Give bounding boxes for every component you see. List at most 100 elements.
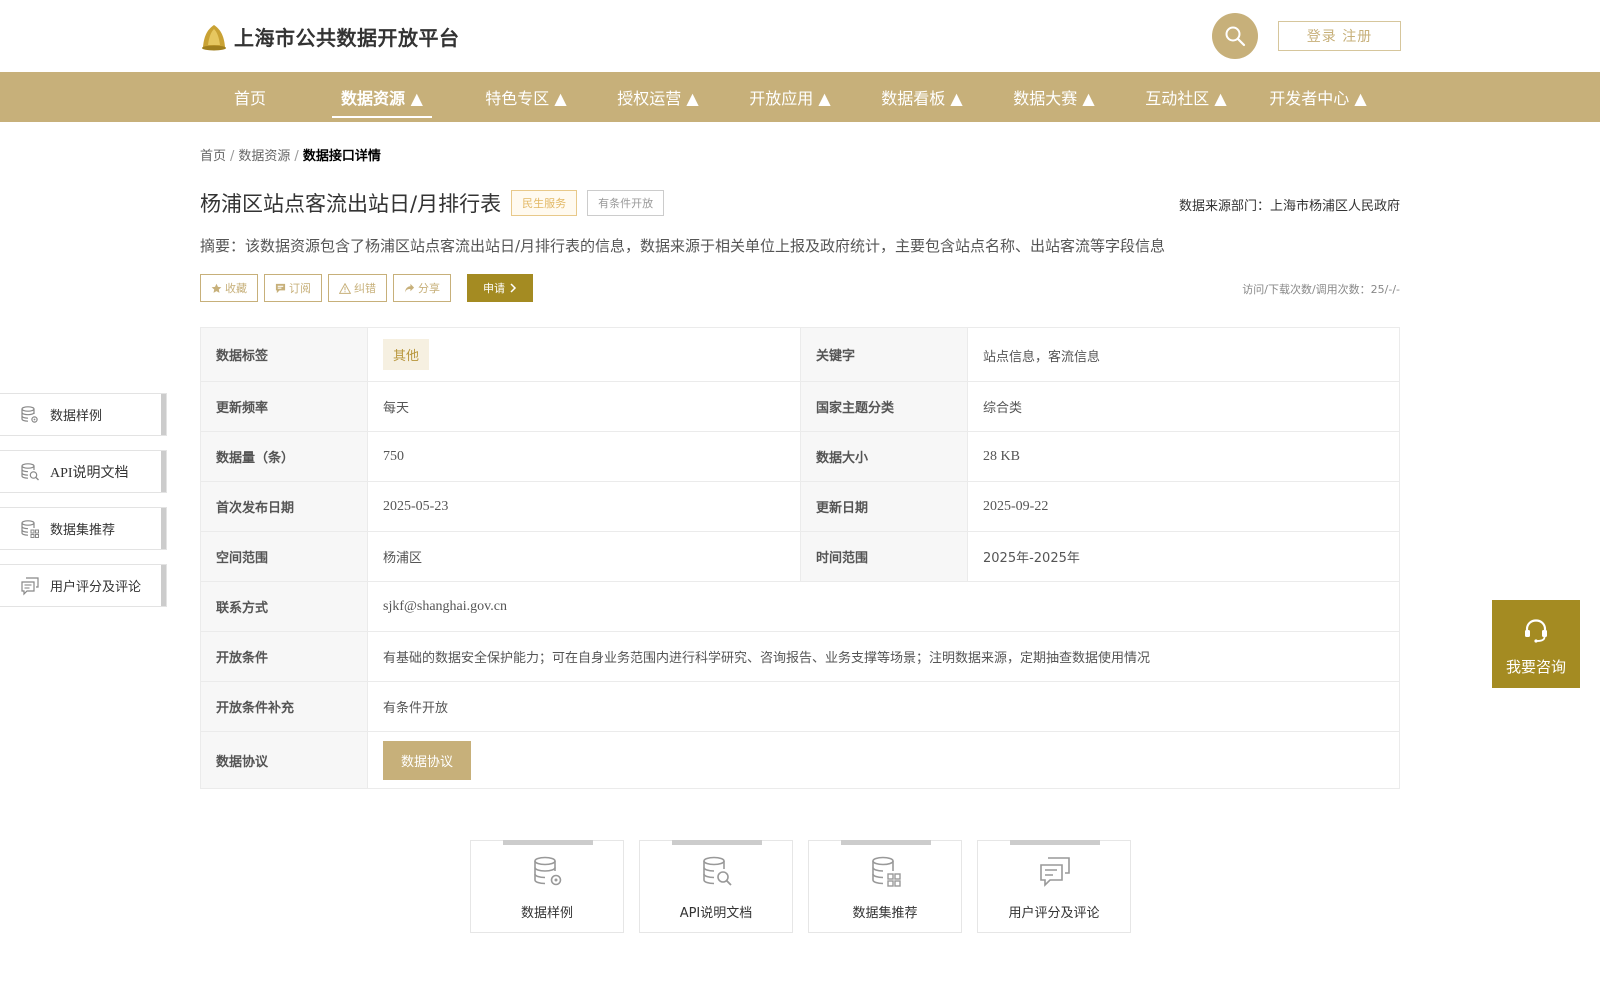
warning-icon — [339, 282, 351, 294]
card-ratings-comments[interactable]: 用户评分及评论 — [977, 840, 1131, 933]
dataset-info-table: 数据标签 其他 关键字 站点信息，客流信息 更新频率 每天 国家主题分类 综合类… — [200, 327, 1400, 789]
first-publish-value: 2025-05-23 — [367, 481, 801, 532]
data-size-key: 数据大小 — [800, 431, 968, 482]
table-row: 数据协议 数据协议 — [200, 731, 1400, 789]
database-gear-icon — [20, 405, 40, 425]
open-condition-extra-key: 开放条件补充 — [200, 681, 368, 732]
card-label: API说明文档 — [679, 906, 753, 921]
subscribe-label: 订阅 — [289, 282, 311, 295]
breadcrumb: 首页 / 数据资源 / 数据接口详情 — [200, 145, 381, 164]
card-dataset-recommend[interactable]: 数据集推荐 — [808, 840, 962, 933]
keywords-key: 关键字 — [800, 327, 968, 382]
visit-stats: 访问/下载次数/调用次数：25/-/- — [1242, 283, 1400, 296]
data-count-value: 750 — [367, 431, 801, 482]
table-row: 联系方式 sjkf@shanghai.gov.cn — [200, 581, 1400, 632]
report-error-label: 纠错 — [354, 282, 376, 295]
spatial-range-key: 空间范围 — [200, 531, 368, 582]
open-condition-value: 有基础的数据安全保护能力；可在自身业务范围内进行科学研究、咨询报告、业务支撑等场… — [367, 631, 1400, 682]
side-nav-api-docs[interactable]: API说明文档 — [0, 450, 167, 493]
source-department: 数据来源部门：上海市杨浦区人民政府 — [1178, 199, 1400, 214]
table-row: 开放条件 有基础的数据安全保护能力；可在自身业务范围内进行科学研究、咨询报告、业… — [200, 631, 1400, 682]
update-date-key: 更新日期 — [800, 481, 968, 532]
agreement-cell: 数据协议 — [367, 731, 1400, 789]
card-data-sample[interactable]: 数据样例 — [470, 840, 624, 933]
card-label: 数据集推荐 — [852, 906, 918, 921]
data-count-key: 数据量（条） — [200, 431, 368, 482]
table-row: 数据标签 其他 关键字 站点信息，客流信息 — [200, 327, 1400, 382]
apply-button[interactable]: 申请 — [467, 274, 533, 302]
category-tag: 民生服务 — [511, 190, 578, 216]
dataset-title-row: 杨浦区站点客流出站日/月排行表 民生服务 有条件开放 — [200, 188, 665, 218]
database-gear-icon — [534, 856, 562, 886]
agreement-key: 数据协议 — [200, 731, 368, 789]
bookmark-chat-icon — [275, 283, 286, 293]
spatial-range-value: 杨浦区 — [367, 531, 801, 582]
nav-data-contest[interactable]: 数据大赛 ▲ — [994, 72, 1114, 122]
top-header: 上海市公共数据开放平台 登录 注册 — [0, 0, 1600, 72]
collect-label: 收藏 — [225, 282, 247, 295]
side-nav-dataset-recommend[interactable]: 数据集推荐 — [0, 507, 167, 550]
side-nav-label: API说明文档 — [50, 465, 129, 481]
collect-button[interactable]: 收藏 — [200, 274, 258, 302]
database-grid-icon — [872, 856, 901, 887]
data-size-value: 28 KB — [967, 431, 1400, 482]
consult-label: 我要咨询 — [1505, 658, 1566, 676]
headset-icon — [1525, 619, 1547, 643]
first-publish-key: 首次发布日期 — [200, 481, 368, 532]
nav-open-apps[interactable]: 开放应用 ▲ — [730, 72, 850, 122]
frequency-key: 更新频率 — [200, 381, 368, 432]
database-grid-icon — [20, 519, 40, 539]
theme-value: 综合类 — [967, 381, 1400, 432]
breadcrumb-data-resources[interactable]: 数据资源 — [238, 149, 290, 164]
data-tag-key: 数据标签 — [200, 327, 368, 382]
consult-button[interactable]: 我要咨询 — [1492, 600, 1580, 688]
side-nav-label: 数据样例 — [50, 409, 103, 424]
table-row: 开放条件补充 有条件开放 — [200, 681, 1400, 732]
nav-data-resources[interactable]: 数据资源 ▲ — [332, 72, 432, 122]
breadcrumb-separator: / — [294, 149, 299, 164]
star-icon — [211, 283, 222, 293]
open-condition-extra-value: 有条件开放 — [367, 681, 1400, 732]
update-date-value: 2025-09-22 — [967, 481, 1400, 532]
side-nav-label: 用户评分及评论 — [50, 580, 142, 595]
data-tag-chip[interactable]: 其他 — [383, 339, 430, 370]
open-condition-key: 开放条件 — [200, 631, 368, 682]
nav-authorized-operation[interactable]: 授权运营 ▲ — [598, 72, 718, 122]
database-search-icon — [703, 856, 732, 886]
chevron-right-icon — [510, 283, 517, 293]
nav-community[interactable]: 互动社区 ▲ — [1126, 72, 1246, 122]
nav-data-dashboard[interactable]: 数据看板 ▲ — [862, 72, 982, 122]
breadcrumb-home[interactable]: 首页 — [200, 149, 226, 164]
table-row: 空间范围 杨浦区 时间范围 2025年-2025年 — [200, 531, 1400, 582]
subscribe-button[interactable]: 订阅 — [264, 274, 322, 302]
login-register-button[interactable]: 登录 注册 — [1278, 21, 1401, 51]
time-range-key: 时间范围 — [800, 531, 968, 582]
main-nav: 首页 数据资源 ▲ 特色专区 ▲ 授权运营 ▲ 开放应用 ▲ 数据看板 ▲ 数据… — [0, 72, 1600, 122]
action-bar: 收藏 订阅 纠错 分享 申请 — [200, 274, 533, 302]
breadcrumb-current: 数据接口详情 — [302, 149, 381, 164]
card-api-docs[interactable]: API说明文档 — [639, 840, 793, 933]
side-nav-ratings-comments[interactable]: 用户评分及评论 — [0, 564, 167, 607]
comments-icon — [1040, 857, 1070, 887]
nav-home[interactable]: 首页 — [218, 72, 282, 122]
database-search-icon — [20, 462, 40, 482]
report-error-button[interactable]: 纠错 — [328, 274, 387, 302]
time-range-value: 2025年-2025年 — [967, 531, 1400, 582]
nav-developer-center[interactable]: 开发者中心 ▲ — [1258, 72, 1378, 122]
breadcrumb-separator: / — [230, 149, 235, 164]
nav-featured-zones[interactable]: 特色专区 ▲ — [466, 72, 586, 122]
contact-value: sjkf@shanghai.gov.cn — [367, 581, 1400, 632]
share-button[interactable]: 分享 — [393, 274, 451, 302]
table-row: 更新频率 每天 国家主题分类 综合类 — [200, 381, 1400, 432]
side-nav-data-sample[interactable]: 数据样例 — [0, 393, 167, 436]
site-logo[interactable]: 上海市公共数据开放平台 — [200, 22, 460, 51]
search-button[interactable] — [1212, 13, 1258, 59]
page-title: 杨浦区站点客流出站日/月排行表 — [200, 192, 502, 216]
data-agreement-button[interactable]: 数据协议 — [383, 740, 472, 780]
apply-label: 申请 — [483, 282, 505, 295]
frequency-value: 每天 — [367, 381, 801, 432]
site-title: 上海市公共数据开放平台 — [234, 26, 460, 50]
card-label: 数据样例 — [520, 906, 573, 921]
share-label: 分享 — [418, 282, 440, 295]
search-icon — [1225, 26, 1246, 47]
